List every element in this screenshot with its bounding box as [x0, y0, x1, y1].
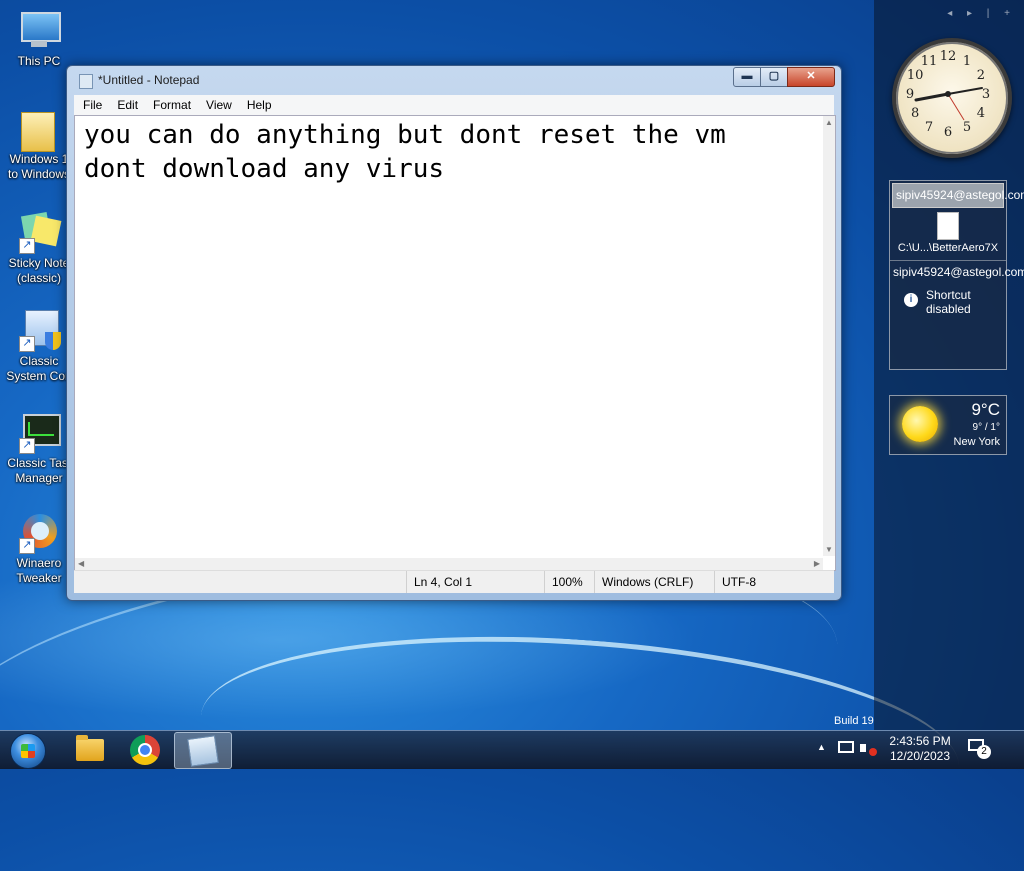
horizontal-scrollbar[interactable]: ◀ ▶: [75, 558, 823, 570]
clock-numeral: 8: [911, 106, 919, 121]
menu-help[interactable]: Help: [238, 95, 278, 112]
chrome-icon: [130, 735, 160, 765]
menu-edit[interactable]: Edit: [108, 95, 144, 112]
scroll-up-icon[interactable]: ▲: [825, 118, 833, 127]
build-watermark: Build 19: [834, 715, 874, 727]
clock-numeral: 7: [925, 120, 933, 135]
sticky-note-icon: ↗: [17, 210, 62, 254]
clock-numeral: 9: [906, 87, 914, 102]
clock-numeral: 12: [940, 49, 957, 64]
window-title: *Untitled - Notepad: [98, 73, 200, 87]
tray-overflow-icon[interactable]: ▲: [817, 742, 826, 752]
shortcut-arrow-icon: ↗: [19, 238, 35, 254]
clock-numeral: 1: [963, 54, 971, 69]
task-manager-icon: ↗: [17, 410, 61, 454]
scroll-left-icon[interactable]: ◀: [78, 559, 84, 568]
status-line-ending: Windows (CRLF): [594, 571, 712, 593]
title-bar[interactable]: *Untitled - Notepad ▬ ▢ ✕: [67, 66, 841, 92]
scroll-down-icon[interactable]: ▼: [825, 545, 833, 554]
contacts-gadget: sipiv45924@astegol.com C:\U...\BetterAer…: [889, 180, 1024, 370]
maximize-button[interactable]: ▢: [760, 67, 788, 87]
status-bar: Ln 4, Col 1 100% Windows (CRLF) UTF-8: [74, 570, 834, 593]
second-hand: [947, 93, 965, 121]
sidebar-nav-controls[interactable]: ◂ ▸ | +: [947, 8, 1016, 19]
notification-center-button[interactable]: 2: [968, 739, 991, 759]
shortcut-arrow-icon: ↗: [19, 438, 35, 454]
volume-muted-icon[interactable]: [860, 740, 878, 756]
vertical-scrollbar[interactable]: ▲ ▼: [823, 116, 835, 556]
notepad-icon: [187, 735, 219, 767]
clock-numeral: 5: [963, 120, 971, 135]
taskbar-file-explorer[interactable]: [60, 732, 116, 767]
minute-hand: [947, 87, 983, 95]
clock-numeral: 6: [944, 125, 952, 140]
taskbar-notepad[interactable]: [174, 732, 232, 769]
weather-gadget[interactable]: 9°C 9° / 1° New York: [889, 395, 1007, 455]
close-button[interactable]: ✕: [787, 67, 835, 87]
system-config-icon: ↗: [17, 308, 61, 352]
file-icon: [937, 212, 959, 240]
desktop-icon-this-pc[interactable]: This PC: [0, 8, 78, 69]
weather-range: 9° / 1°: [972, 422, 1000, 433]
clock-numeral: 10: [907, 68, 924, 83]
minimize-button[interactable]: ▬: [733, 67, 761, 87]
status-position: Ln 4, Col 1: [406, 571, 542, 593]
weather-temperature: 9°C: [971, 400, 1000, 419]
folder-icon: [17, 106, 61, 152]
clock-face: 12 12 3 45678 9 1011: [906, 49, 990, 140]
folder-icon: [76, 735, 104, 761]
contact-email-selected[interactable]: sipiv45924@astegol.com: [892, 183, 1024, 208]
menu-bar: File Edit Format View Help: [74, 95, 834, 115]
computer-icon: [17, 8, 61, 52]
weather-city: New York: [953, 436, 1000, 448]
shortcut-arrow-icon: ↗: [19, 336, 35, 352]
windows-logo-icon: [21, 744, 35, 758]
file-item[interactable]: C:\U...\BetterAero7X: [890, 210, 1006, 261]
menu-file[interactable]: File: [74, 95, 108, 112]
hour-hand: [914, 92, 950, 102]
menu-format[interactable]: Format: [144, 95, 197, 112]
contact-email[interactable]: sipiv45924@astegol.com: [890, 261, 1024, 284]
shortcut-arrow-icon: ↗: [19, 538, 35, 554]
taskbar-chrome[interactable]: [116, 732, 172, 767]
clock-gadget[interactable]: 12 1 2 3 4 5 6 7 8 9 10 11: [892, 38, 1012, 158]
winaero-icon: ↗: [17, 510, 61, 554]
notepad-window: *Untitled - Notepad ▬ ▢ ✕ File Edit Format…: [66, 65, 842, 601]
shortcut-disabled-note: i Shortcut disabled: [904, 288, 1006, 316]
editor-content[interactable]: you can do anything but dont reset the v…: [84, 118, 820, 186]
info-icon: i: [904, 293, 918, 307]
menu-view[interactable]: View: [197, 95, 238, 112]
taskbar: ▲ 2:43:56 PM 12/20/2023 2: [0, 730, 1024, 769]
notification-badge: 2: [977, 745, 991, 759]
taskbar-date: 12/20/2023: [889, 749, 951, 763]
clock-numeral: 4: [977, 106, 985, 121]
taskbar-clock[interactable]: 2:43:56 PM 12/20/2023: [878, 734, 962, 764]
status-zoom: 100%: [544, 571, 596, 593]
notepad-icon: [79, 74, 93, 89]
network-icon[interactable]: [838, 741, 854, 753]
sun-icon: [902, 406, 938, 442]
text-editor[interactable]: you can do anything but dont reset the v…: [74, 115, 836, 571]
taskbar-time: 2:43:56 PM: [889, 734, 951, 748]
status-encoding: UTF-8: [714, 571, 832, 593]
clock-numeral: 3: [982, 87, 990, 102]
clock-numeral: 2: [977, 68, 985, 83]
clock-numeral: 11: [921, 54, 938, 69]
start-button[interactable]: [10, 733, 46, 769]
scroll-right-icon[interactable]: ▶: [814, 559, 820, 568]
